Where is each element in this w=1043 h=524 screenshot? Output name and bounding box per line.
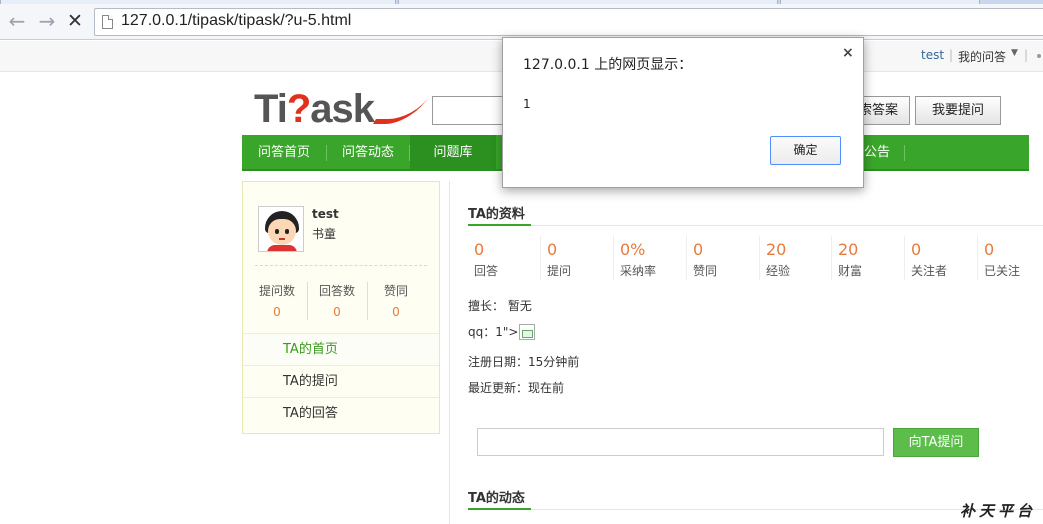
sidebar-stat-questions: 提问数 0	[258, 284, 295, 319]
profile-stat-upvotes: 0 赞同	[686, 236, 758, 280]
section-rule	[468, 225, 1043, 226]
profile-stat-experience: 20 经验	[759, 236, 831, 280]
user-sidebar: test 书童 提问数 0 回答数 0 赞同 0 TA的首页 TA的提问 TA的…	[242, 181, 440, 434]
profile-stat-answers: 0 回答	[474, 240, 499, 278]
activity-section-title: TA的动态	[468, 491, 525, 506]
profile-qq: qq：1">	[468, 323, 536, 340]
nav-divider	[904, 145, 905, 161]
section-underline	[468, 508, 531, 510]
broken-image-icon	[519, 324, 536, 340]
sidebar-divider	[255, 265, 427, 266]
topbar-my-questions-menu[interactable]: 我的问答	[958, 48, 1006, 65]
page-icon	[102, 15, 113, 29]
profile-stat-adoption-rate: 0% 采纳率	[613, 236, 685, 280]
topbar-separator: |	[949, 48, 954, 62]
profile-qq-text: qq：1">	[468, 325, 519, 339]
sidebar-username[interactable]: test	[312, 207, 339, 221]
search-input[interactable]	[432, 96, 512, 125]
site-logo[interactable]: Ti?ask	[254, 88, 375, 130]
alert-dialog: 127.0.0.1 上的网页显示： × 1 确定	[502, 37, 864, 188]
nav-item-home[interactable]: 问答首页	[242, 135, 326, 169]
nav-item-activity[interactable]: 问答动态	[327, 135, 409, 169]
profile-stat-questions: 0 提问	[540, 236, 612, 280]
sidebar-stat-upvotes: 赞同 0	[383, 284, 408, 319]
forward-arrow-icon[interactable]: →	[36, 10, 58, 32]
sidebar-link-home[interactable]: TA的首页	[243, 333, 439, 365]
profile-stat-following: 0 已关注	[977, 236, 1043, 280]
back-arrow-icon[interactable]: ←	[6, 10, 28, 32]
stop-loading-icon[interactable]: ✕	[64, 10, 86, 32]
ask-ta-button[interactable]: 向TA提问	[893, 428, 979, 457]
url-text[interactable]: 127.0.0.1/tipask/tipask/?u-5.html	[121, 12, 351, 30]
section-underline	[468, 224, 531, 226]
avatar[interactable]	[258, 206, 304, 252]
address-bar[interactable]: 127.0.0.1/tipask/tipask/?u-5.html	[94, 8, 1043, 36]
section-rule	[468, 509, 1043, 510]
dialog-ok-button[interactable]: 确定	[770, 136, 841, 165]
sidebar-link-questions[interactable]: TA的提问	[243, 365, 439, 397]
logo-swoosh-decoration	[372, 96, 430, 124]
profile-expertise: 擅长： 暂无	[468, 299, 532, 313]
sidebar-link-answers[interactable]: TA的回答	[243, 397, 439, 429]
close-icon[interactable]: ×	[842, 45, 854, 61]
watermark: 补天平台	[960, 502, 1037, 520]
sidebar-user-rank: 书童	[312, 227, 337, 241]
dialog-title: 127.0.0.1 上的网页显示：	[523, 57, 693, 73]
topbar-separator: |	[1024, 48, 1029, 62]
topbar-more-icon[interactable]	[1037, 54, 1041, 58]
nav-item-question-library[interactable]: 问题库	[410, 135, 496, 169]
browser-toolbar: ← → ✕ 127.0.0.1/tipask/tipask/?u-5.html	[0, 4, 1043, 40]
profile-last-update: 最近更新：现在前	[468, 381, 565, 395]
topbar-username-link[interactable]: test	[921, 48, 944, 62]
dialog-message: 1	[523, 97, 531, 111]
sidebar-stat-answers: 回答数 0	[318, 284, 355, 319]
ask-ta-input[interactable]	[477, 428, 884, 456]
profile-stat-followers: 0 关注者	[904, 236, 976, 280]
profile-stat-wealth: 20 财富	[831, 236, 903, 280]
profile-registered-date: 注册日期：15分钟前	[468, 355, 580, 369]
profile-section-title: TA的资料	[468, 207, 525, 222]
content-divider	[449, 181, 450, 524]
chevron-down-icon[interactable]: ▼	[1011, 48, 1018, 58]
ask-question-button[interactable]: 我要提问	[915, 96, 1001, 125]
